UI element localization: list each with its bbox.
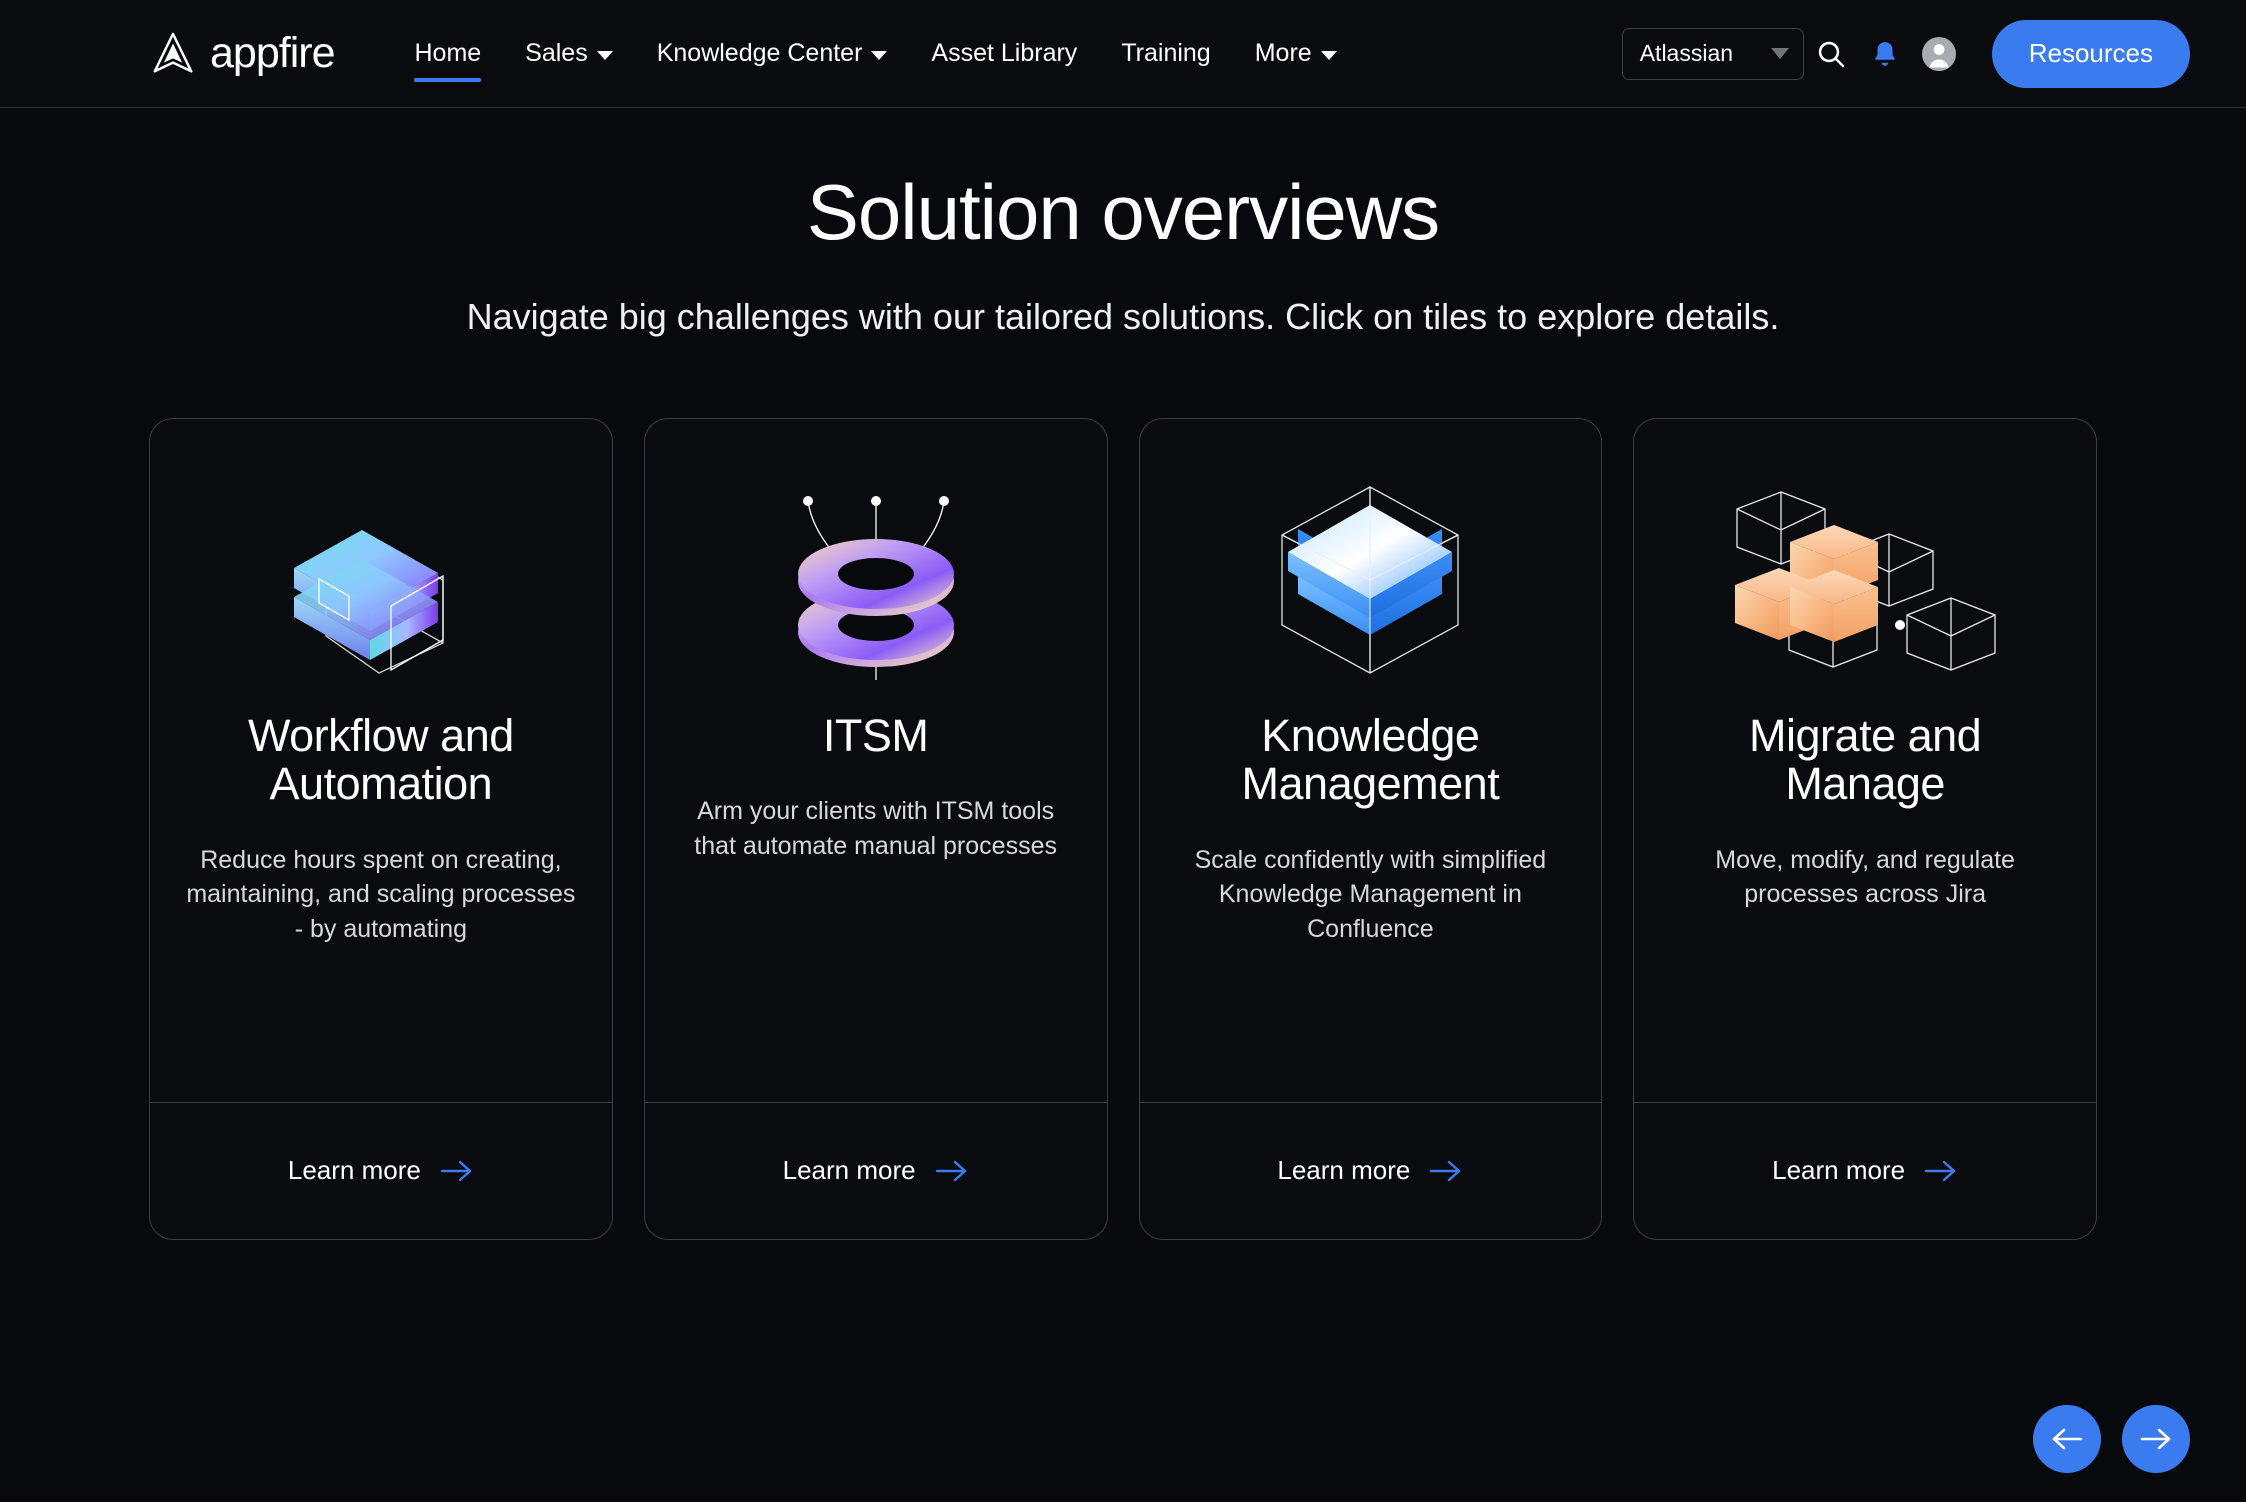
nav-item-asset-library[interactable]: Asset Library (909, 31, 1099, 76)
nav-item-home[interactable]: Home (392, 31, 503, 82)
page-title: Solution overviews (806, 168, 1440, 256)
learn-more-label: Learn more (1277, 1155, 1411, 1186)
carousel-previous-button[interactable] (2033, 1405, 2101, 1473)
card-learn-more-link[interactable]: Learn more (1139, 1101, 1602, 1239)
solution-cards-grid: Workflow and Automation Reduce hours spe… (0, 417, 2246, 1240)
card-description: Reduce hours spent on creating, maintain… (186, 845, 576, 943)
card-title: Knowledge Management (1241, 709, 1500, 810)
product-select[interactable]: Atlassian (1621, 27, 1804, 80)
card-description: Scale confidently with simplified Knowle… (1194, 845, 1547, 943)
search-button[interactable] (1804, 27, 1858, 81)
page-root: appfire Home Sales Knowledge Center Asse… (0, 0, 2246, 1502)
solution-card-workflow-and-automation[interactable]: Workflow and Automation Reduce hours spe… (149, 417, 613, 1240)
nav-item-training[interactable]: Training (1099, 31, 1232, 76)
chevron-down-icon (871, 50, 888, 60)
site-header: appfire Home Sales Knowledge Center Asse… (0, 0, 2246, 108)
learn-more-label: Learn more (287, 1155, 421, 1186)
card-illustration (1174, 474, 1568, 686)
page-subtitle: Navigate big challenges with our tailore… (466, 295, 1780, 337)
nav-item-more[interactable]: More (1233, 31, 1359, 76)
notifications-button[interactable] (1858, 27, 1912, 81)
notification-bell-icon (1874, 41, 1895, 66)
user-avatar-icon (1921, 36, 1956, 71)
solution-card-knowledge-management[interactable]: Knowledge Management Scale confidently w… (1138, 417, 1603, 1240)
appfire-logo[interactable]: appfire (150, 29, 335, 78)
search-icon (1818, 41, 1844, 67)
card-title: Workflow and Automation (247, 709, 514, 810)
card-learn-more-link[interactable]: Learn more (150, 1101, 612, 1239)
nav-label-knowledge-center: Knowledge Center (656, 39, 863, 67)
card-body: Knowledge Management Scale confidently w… (1140, 419, 1602, 1102)
arrow-right-icon (935, 1160, 966, 1181)
scattered-cubes-illustration-icon (1735, 491, 1996, 671)
card-title: ITSM (822, 709, 929, 761)
nav-label-training: Training (1121, 39, 1211, 67)
nav-label-asset-library: Asset Library (931, 39, 1078, 67)
chevron-down-icon (596, 50, 613, 60)
main-navigation: Home Sales Knowledge Center Asset Librar… (392, 31, 1359, 82)
resources-button[interactable]: Resources (1991, 19, 2190, 88)
card-learn-more-link[interactable]: Learn more (1634, 1101, 2096, 1239)
card-body: ITSM Arm your clients with ITSM tools th… (645, 419, 1107, 1102)
arrow-left-icon (2052, 1428, 2083, 1450)
card-illustration (184, 474, 578, 686)
card-illustration (679, 474, 1073, 686)
card-illustration (1668, 474, 2062, 686)
isometric-slab-illustration-icon (293, 529, 444, 674)
card-description: Move, modify, and regulate processes acr… (1715, 845, 2015, 909)
carousel-next-button[interactable] (2122, 1405, 2190, 1473)
arrow-right-icon (1430, 1160, 1461, 1181)
header-actions: Atlassian Resources (1621, 19, 2190, 88)
arrow-right-icon (2140, 1428, 2171, 1450)
carousel-navigation (2033, 1405, 2190, 1473)
nav-label-sales: Sales (525, 39, 588, 67)
card-learn-more-link[interactable]: Learn more (644, 1101, 1107, 1239)
nav-item-knowledge-center[interactable]: Knowledge Center (635, 31, 910, 76)
chevron-down-icon (1770, 48, 1789, 59)
account-button[interactable] (1912, 27, 1966, 81)
product-select-value: Atlassian (1639, 40, 1734, 66)
card-body: Migrate and Manage Move, modify, and reg… (1634, 419, 2096, 1102)
nav-label-more: More (1254, 39, 1312, 67)
learn-more-label: Learn more (1772, 1155, 1906, 1186)
arrow-right-icon (440, 1160, 472, 1181)
nav-item-sales[interactable]: Sales (503, 31, 635, 76)
arrow-right-icon (1924, 1160, 1956, 1181)
solution-card-itsm[interactable]: ITSM Arm your clients with ITSM tools th… (643, 417, 1108, 1240)
solution-card-migrate-and-manage[interactable]: Migrate and Manage Move, modify, and reg… (1633, 417, 2097, 1240)
appfire-triangle-logo-icon (153, 32, 193, 72)
hero-section: Solution overviews Navigate big challeng… (0, 108, 2246, 338)
card-title: Migrate and Manage (1749, 709, 1982, 810)
logo-wordmark: appfire (210, 29, 335, 77)
stacked-torus-illustration-icon (797, 495, 954, 680)
card-description: Arm your clients with ITSM tools that au… (694, 797, 1057, 860)
layered-cube-illustration-icon (1281, 486, 1460, 674)
nav-label-home: Home (414, 39, 482, 67)
learn-more-label: Learn more (782, 1155, 916, 1186)
card-body: Workflow and Automation Reduce hours spe… (150, 419, 612, 1102)
chevron-down-icon (1320, 50, 1337, 60)
